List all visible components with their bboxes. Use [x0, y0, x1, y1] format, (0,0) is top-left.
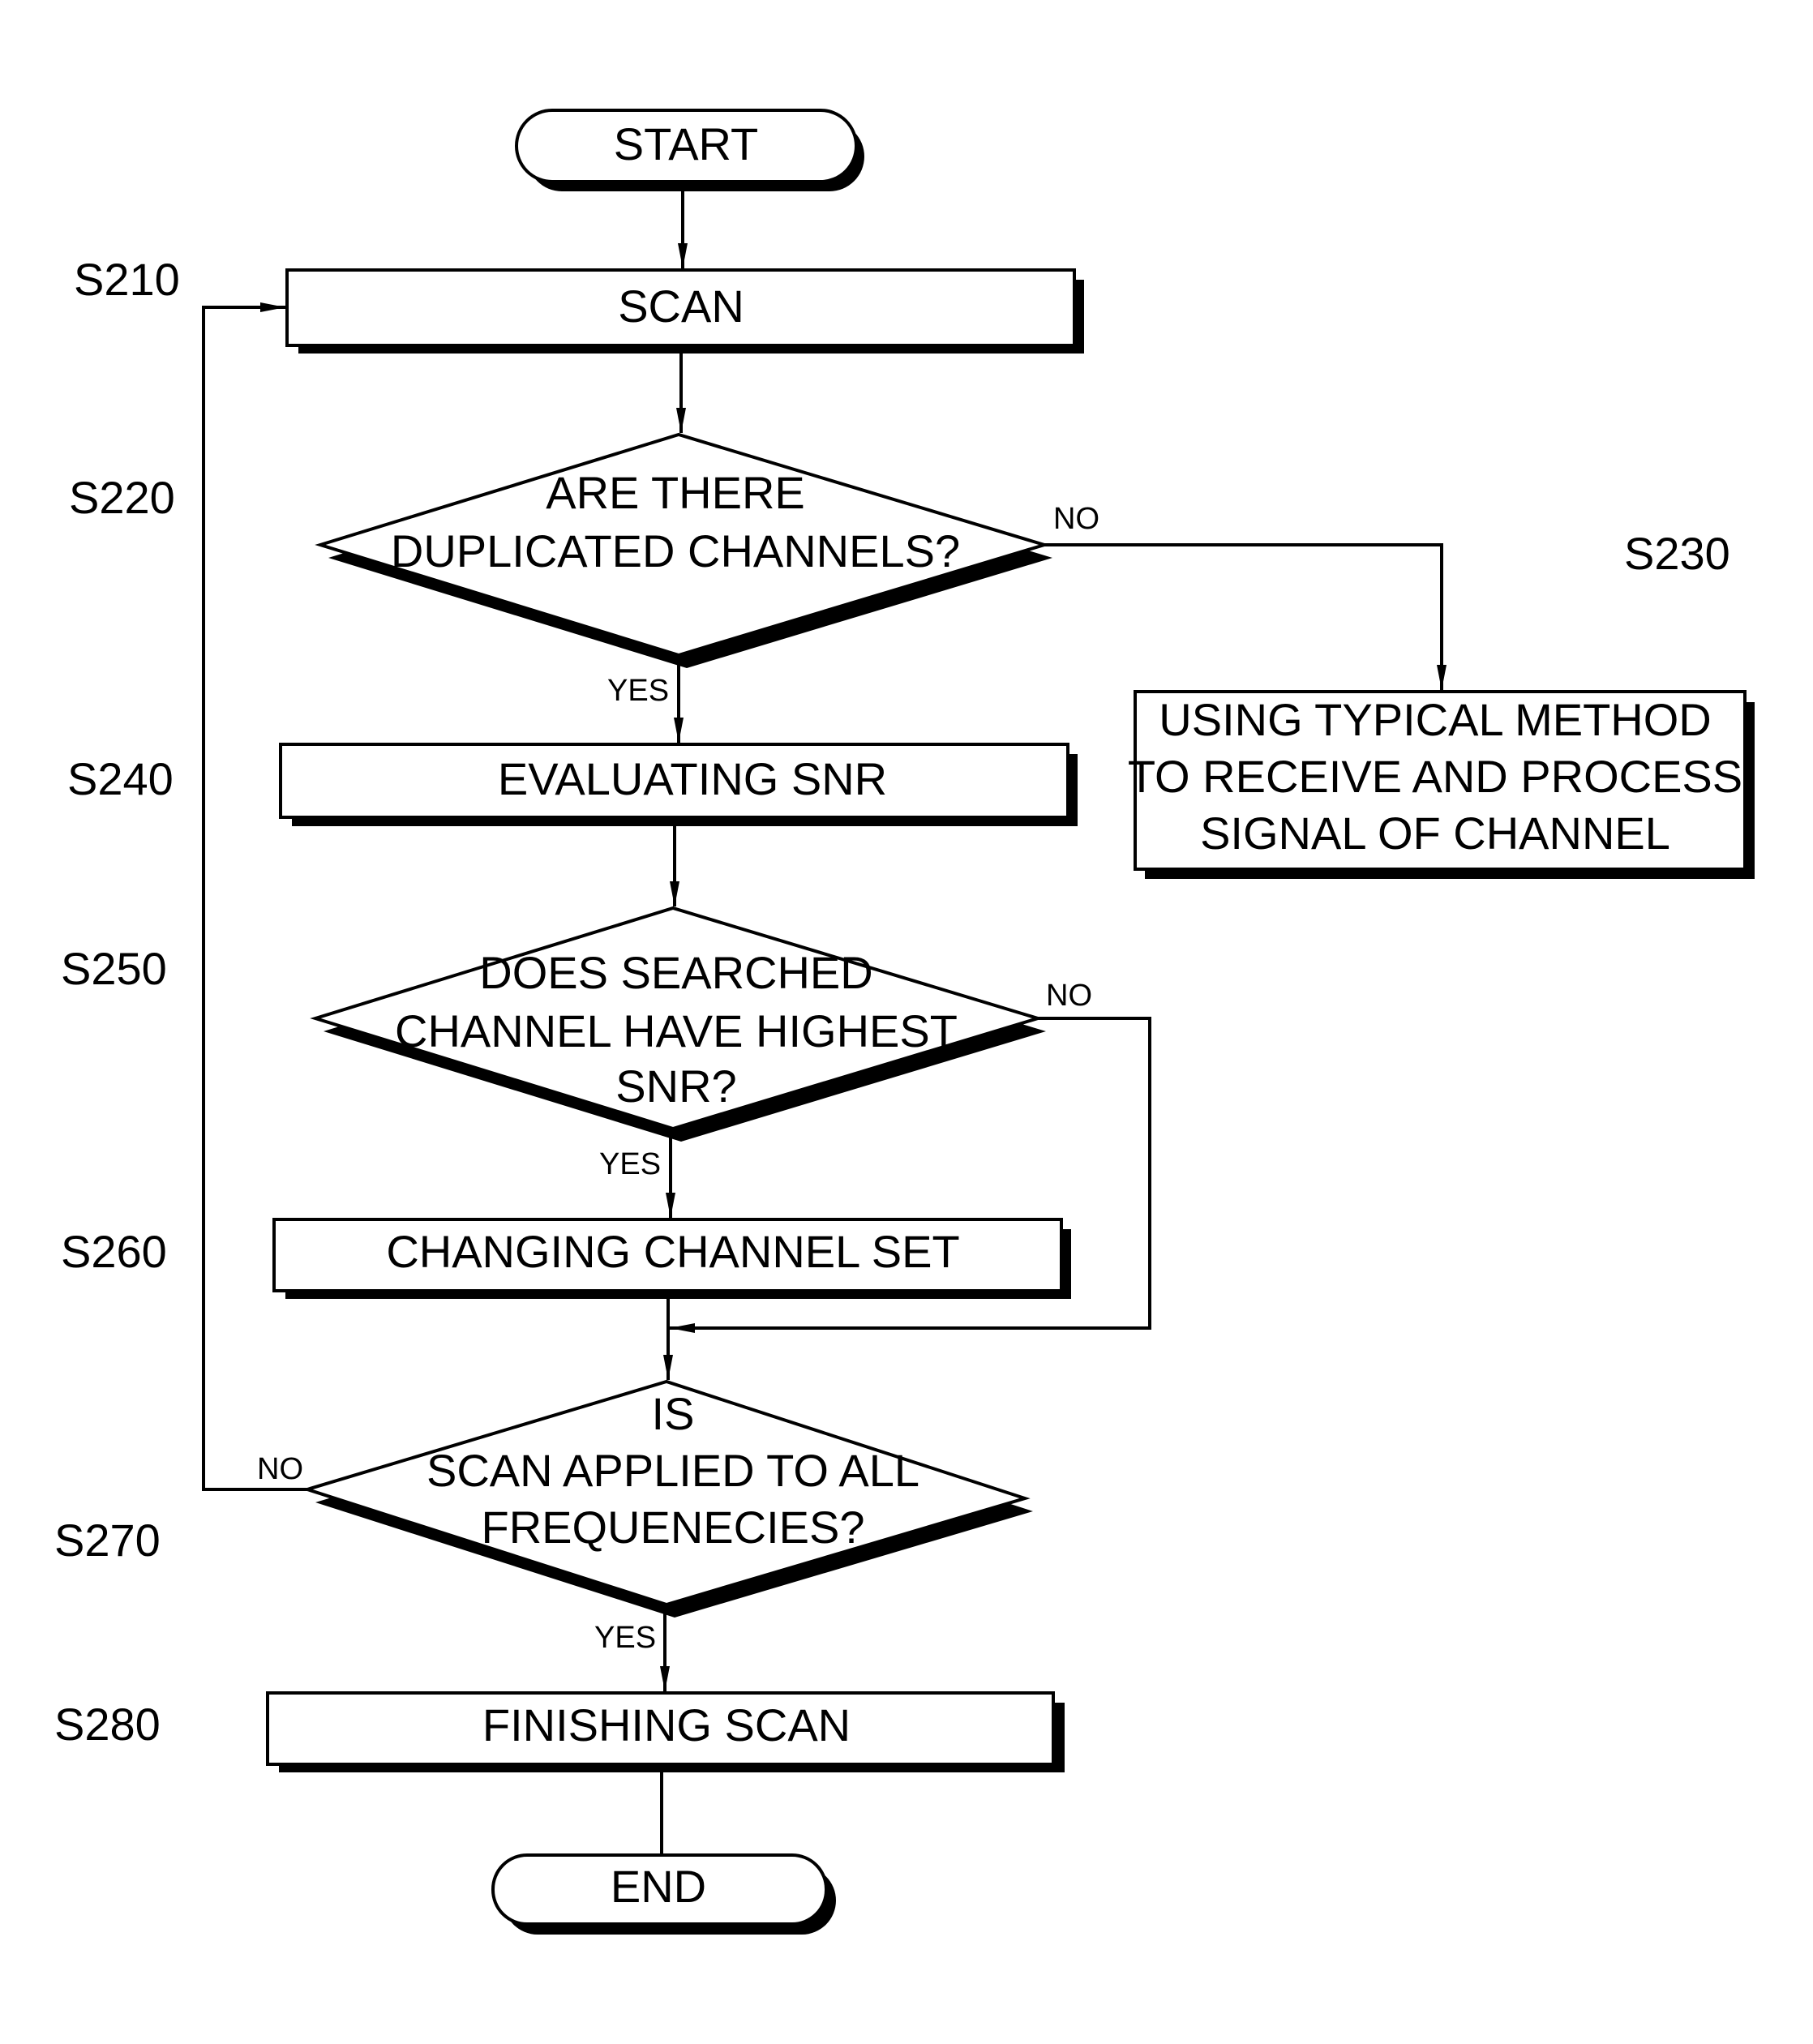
- process-s230-line-3: SIGNAL OF CHANNEL: [1200, 808, 1670, 859]
- decision-s250-line-3: SNR?: [615, 1061, 736, 1112]
- start-label: START: [614, 118, 758, 169]
- process-s260-text: CHANGING CHANNEL SET: [386, 1226, 959, 1277]
- decision-s220-line-2: DUPLICATED CHANNELS?: [391, 525, 960, 576]
- arrow-s270-no-loop-to-s210: [202, 306, 307, 1491]
- decision-s270-line-3: FREQUENECIES?: [482, 1502, 865, 1553]
- s270-no-label: NO: [257, 1452, 303, 1486]
- decision-s270-line-2: SCAN APPLIED TO ALL: [426, 1445, 919, 1496]
- step-s260: S260 CHANGING CHANNEL SET: [61, 1218, 1071, 1299]
- step-s220: S220 ARE THERE DUPLICATED CHANNELS? NO Y…: [69, 432, 1099, 708]
- end-terminal: END: [491, 1853, 836, 1935]
- step-s250: S250 DOES SEARCHED CHANNEL HAVE HIGHEST …: [61, 906, 1092, 1181]
- process-s230-line-2: TO RECEIVE AND PROCESS: [1128, 751, 1742, 802]
- decision-s270-line-1: IS: [652, 1388, 695, 1439]
- s250-yes-label: YES: [599, 1147, 661, 1181]
- step-s270: S270 IS SCAN APPLIED TO ALL FREQUENECIES…: [54, 1379, 1033, 1655]
- step-id-s230: S230: [1624, 528, 1730, 579]
- s220-no-label: NO: [1053, 502, 1099, 536]
- process-s210-text: SCAN: [618, 281, 744, 332]
- process-s280-text: FINISHING SCAN: [482, 1699, 851, 1750]
- step-id-s240: S240: [67, 753, 174, 804]
- decision-s250-line-1: DOES SEARCHED: [479, 947, 872, 998]
- s220-yes-label: YES: [607, 674, 669, 708]
- step-id-s270: S270: [54, 1515, 161, 1566]
- step-id-s280: S280: [54, 1699, 161, 1750]
- step-s210: S210 SCAN: [74, 254, 1084, 354]
- end-label: END: [611, 1861, 706, 1912]
- decision-s250-line-2: CHANNEL HAVE HIGHEST: [395, 1005, 958, 1056]
- process-s230-line-1: USING TYPICAL METHOD: [1159, 694, 1711, 745]
- process-s240-text: EVALUATING SNR: [498, 753, 887, 804]
- step-id-s220: S220: [69, 472, 175, 523]
- step-id-s210: S210: [74, 254, 180, 305]
- step-id-s260: S260: [61, 1226, 167, 1277]
- flowchart: START S210 SCAN S220 ARE THERE DUPLICATE…: [54, 109, 1755, 1935]
- step-s280: S280 FINISHING SCAN: [54, 1691, 1065, 1772]
- s250-no-label: NO: [1046, 979, 1092, 1013]
- arrow-s220-no-to-s230: [1044, 543, 1443, 690]
- s270-yes-label: YES: [594, 1621, 656, 1655]
- step-id-s250: S250: [61, 943, 167, 994]
- start-terminal: START: [515, 109, 864, 191]
- decision-s220-line-1: ARE THERE: [546, 467, 804, 518]
- step-s240: S240 EVALUATING SNR: [67, 743, 1078, 826]
